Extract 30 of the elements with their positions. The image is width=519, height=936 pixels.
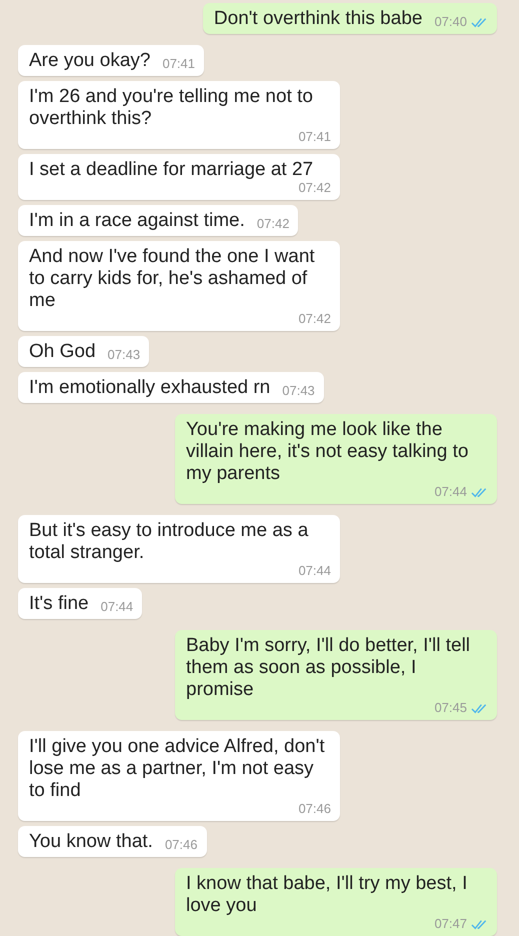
- message-time: 07:46: [298, 802, 331, 816]
- message-time: 07:42: [298, 181, 331, 195]
- message-time: 07:44: [434, 485, 467, 499]
- message-time: 07:46: [164, 838, 198, 852]
- message-text: I set a deadline for marriage at 27: [29, 159, 314, 181]
- message-time: 07:40: [434, 15, 467, 29]
- message-time: 07:42: [256, 217, 290, 231]
- message-text: Are you okay?: [29, 50, 150, 72]
- message-time: 07:43: [108, 348, 140, 362]
- message-text: I'll give you one advice Alfred, don't lose me as a partner, I'm not easy to find: [29, 736, 326, 802]
- message-time: 07:44: [100, 600, 134, 614]
- message-text: Oh God: [29, 341, 96, 363]
- message-text: But it's easy to introduce me as a total stranger.: [29, 520, 310, 564]
- message-text: Baby I'm sorry, I'll do better, I'll tell them as soon as possible, I promise: [186, 635, 472, 701]
- message-text: And now I've found the one I want to carry kids for, he's ashamed of me: [29, 246, 316, 312]
- message-time: 07:43: [282, 384, 315, 398]
- message-text: I'm in a race against time.: [29, 210, 245, 232]
- message-time: 07:47: [434, 917, 467, 931]
- message-text: I'm emotionally exhausted rn: [29, 377, 270, 399]
- message-time: 07:44: [298, 564, 331, 578]
- message-time: 07:41: [298, 130, 331, 144]
- message-text: You know that.: [29, 831, 153, 853]
- message-text: Don't overthink this babe: [214, 8, 422, 30]
- message-time: 07:42: [298, 312, 331, 326]
- message-text: I'm 26 and you're telling me not to overthink this?: [29, 86, 314, 130]
- message-time: 07:45: [434, 701, 467, 715]
- message-text: You're making me look like the villain here, it's not easy talking to my parents: [186, 419, 470, 485]
- message-text: I know that babe, I'll try my best, I love you: [186, 873, 468, 917]
- message-text: It's fine: [29, 593, 89, 615]
- message-time: 07:41: [162, 57, 196, 71]
